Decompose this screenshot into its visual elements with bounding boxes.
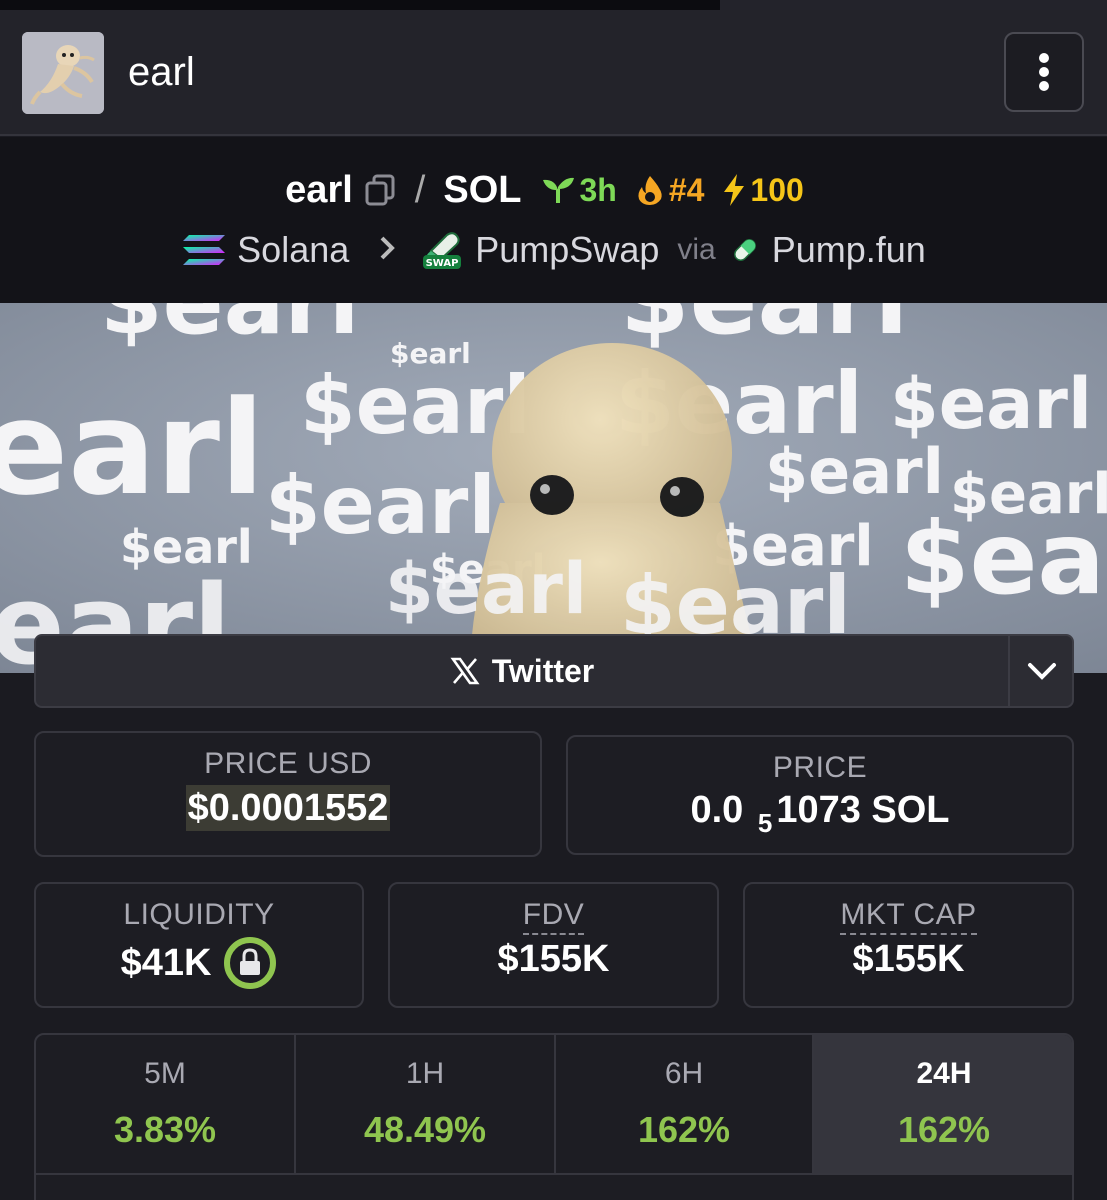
change-tab-6h[interactable]: 6H 162%: [556, 1035, 814, 1173]
chevron-right-icon: [379, 232, 396, 269]
price-usd-label: PRICE USD: [204, 747, 372, 780]
socials-expand-button[interactable]: [1008, 636, 1074, 706]
banner-word: $earl: [100, 303, 360, 355]
price-native-suffix: 1073 SOL: [776, 789, 950, 831]
pumpswap-icon: SWAP: [421, 229, 463, 271]
change-tab-label: 24H: [916, 1057, 972, 1090]
liquidity-value: $41K: [120, 941, 212, 984]
boost-badge[interactable]: 100: [722, 171, 804, 209]
socials-row: Twitter: [34, 634, 1074, 708]
banner-word: earl: [0, 372, 265, 524]
price-native-zero-count: 5: [757, 808, 773, 838]
trending-badge[interactable]: #4: [635, 171, 705, 209]
banner-word: $earl: [620, 303, 908, 357]
change-tab-1h[interactable]: 1H 48.49%: [296, 1035, 556, 1173]
chevron-down-icon: [1028, 663, 1056, 680]
change-tab-label: 1H: [405, 1057, 445, 1090]
token-banner-image: $earl $earl $earl $earl $earl $earl earl…: [0, 303, 1107, 673]
earl-banner-art: $earl $earl $earl $earl $earl $earl earl…: [0, 303, 1107, 673]
price-native-value: 0.0 5 1073 SOL: [568, 789, 1072, 838]
banner-word: $earl: [890, 363, 1092, 445]
price-usd-card: PRICE USD $0.0001552: [34, 731, 542, 857]
pair-separator: /: [414, 168, 426, 211]
top-strip-segment: [720, 0, 1107, 10]
price-change-tabs: 5M 3.83% 1H 48.49% 6H 162% 24H 162%: [34, 1033, 1074, 1200]
change-tab-24h[interactable]: 24H 162%: [814, 1035, 1072, 1173]
mcap-value: $155K: [852, 938, 965, 980]
fdv-value: $155K: [497, 938, 610, 980]
chain-dex-row: Solana SWAP PumpSwap via Pump.fun: [0, 225, 1107, 275]
pair-info-bar: earl / SOL 3h #4 100 Solana SWAP PumpSwa…: [0, 137, 1107, 303]
price-native-card: PRICE 0.0 5 1073 SOL: [566, 735, 1074, 855]
market-cap-card: MKT CAP $155K: [743, 882, 1074, 1008]
mcap-label-wrap: MKT CAP: [745, 898, 1072, 935]
change-tab-value: 162%: [637, 1109, 731, 1150]
change-tab-label: 6H: [664, 1057, 704, 1090]
via-label: via: [677, 233, 716, 266]
twitter-link-button[interactable]: Twitter: [36, 636, 1008, 706]
more-menu-button[interactable]: [1004, 32, 1084, 112]
flame-icon: [638, 176, 662, 205]
banner-word: $earl: [765, 435, 944, 508]
liquidity-label: LIQUIDITY: [123, 898, 275, 931]
change-tab-label: 5M: [144, 1057, 186, 1090]
price-native-prefix: 0.0: [690, 789, 744, 831]
x-logo-icon: [450, 657, 480, 685]
pair-title-row: earl / SOL 3h #4 100: [0, 165, 1107, 215]
copy-icon[interactable]: [365, 174, 395, 206]
mcap-label[interactable]: MKT CAP: [840, 898, 977, 935]
solana-icon: [183, 235, 226, 265]
trending-rank: #4: [668, 171, 705, 208]
swap-badge-text: SWAP: [426, 258, 459, 269]
change-tab-5m[interactable]: 5M 3.83%: [36, 1035, 296, 1173]
token-name: earl: [128, 50, 195, 94]
fdv-label-wrap: FDV: [390, 898, 717, 935]
fdv-card: FDV $155K: [388, 882, 719, 1008]
change-tab-value: 3.83%: [113, 1109, 217, 1150]
dex-link[interactable]: PumpSwap: [475, 229, 659, 271]
price-native-label: PRICE: [772, 751, 868, 784]
tab-divider: [36, 1173, 1072, 1175]
token-avatar: [22, 32, 104, 114]
lightning-icon: [724, 174, 745, 206]
banner-word: $earl: [265, 459, 496, 552]
lock-icon[interactable]: [223, 936, 277, 990]
liquidity-card: LIQUIDITY $41K: [34, 882, 364, 1008]
pair-base-token: earl: [285, 168, 353, 211]
boost-count: 100: [750, 171, 804, 208]
launchpad-link[interactable]: Pump.fun: [772, 229, 926, 271]
fdv-label[interactable]: FDV: [522, 898, 585, 935]
seedling-icon: [543, 177, 575, 203]
banner-word: $ea: [900, 500, 1105, 617]
top-strip: [0, 0, 1107, 10]
price-usd-value-wrap: $0.0001552: [36, 785, 540, 831]
pill-icon: [730, 235, 760, 265]
change-tab-value: 48.49%: [363, 1109, 487, 1150]
change-tab-value: 162%: [897, 1109, 991, 1150]
svg-text:$earl: $earl: [385, 548, 587, 630]
liquidity-value-row: $41K: [36, 936, 362, 990]
chain-link[interactable]: Solana: [237, 229, 349, 271]
twitter-label: Twitter: [491, 652, 595, 689]
pair-quote-token: SOL: [443, 168, 522, 211]
token-header: earl: [0, 10, 1107, 136]
age-badge: 3h: [541, 171, 617, 209]
age-value: 3h: [579, 171, 617, 208]
vertical-dots-icon: [1039, 53, 1049, 91]
price-usd-value[interactable]: $0.0001552: [185, 785, 391, 831]
earl-avatar-icon: [22, 32, 104, 114]
